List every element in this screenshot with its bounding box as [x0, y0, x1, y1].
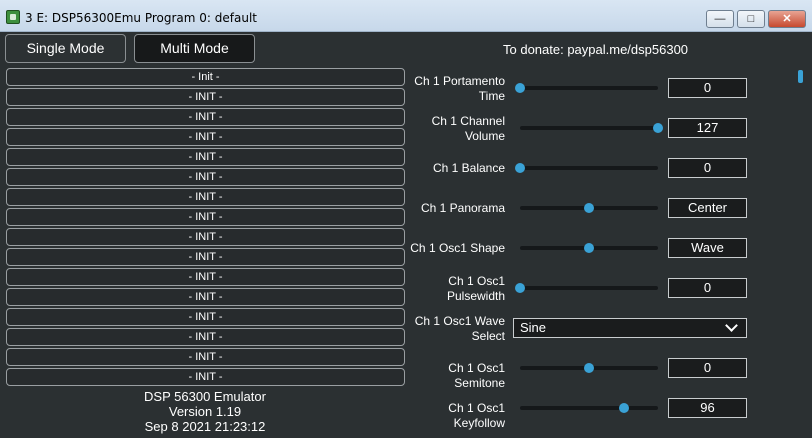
- patch-slot[interactable]: - INIT -: [6, 328, 405, 346]
- portamento-value[interactable]: 0: [668, 78, 747, 98]
- volume-slider[interactable]: [520, 123, 663, 133]
- param-label: Ch 1 Channel Volume: [431, 114, 505, 143]
- build-date: Sep 8 2021 21:23:12: [144, 419, 266, 434]
- slider-thumb[interactable]: [515, 83, 525, 93]
- minimize-button[interactable]: —: [706, 10, 734, 28]
- window-title: 3 E: DSP56300Emu Program 0: default: [25, 11, 258, 25]
- wave-select-value: Sine: [520, 320, 547, 335]
- donate-text: To donate: paypal.me/dsp56300: [503, 42, 689, 57]
- balance-value[interactable]: 0: [668, 158, 747, 178]
- plugin-editor: Single Mode Multi Mode To donate: paypal…: [0, 32, 812, 438]
- panorama-slider[interactable]: [520, 203, 658, 213]
- emulator-name: DSP 56300 Emulator: [144, 389, 266, 404]
- portamento-slider[interactable]: [515, 83, 658, 93]
- patch-slot[interactable]: - INIT -: [6, 228, 405, 246]
- osc1-semitone-slider[interactable]: [520, 363, 658, 373]
- patch-slot[interactable]: - Init -: [6, 68, 405, 86]
- scrollbar-thumb[interactable]: [798, 70, 803, 83]
- osc1-keyfollow-slider[interactable]: [520, 403, 658, 413]
- patch-slot[interactable]: - INIT -: [6, 348, 405, 366]
- patch-slot[interactable]: - INIT -: [6, 248, 405, 266]
- patch-slot[interactable]: - INIT -: [6, 208, 405, 226]
- param-label: Ch 1 Osc1 Keyfollow: [448, 401, 505, 430]
- osc1-keyfollow-value[interactable]: 96: [668, 398, 747, 418]
- patch-slot[interactable]: - INIT -: [6, 368, 405, 386]
- emulator-version: Version 1.19: [168, 404, 242, 419]
- patch-slot[interactable]: - INIT -: [6, 308, 405, 326]
- slider-thumb[interactable]: [618, 403, 629, 413]
- slider-thumb[interactable]: [584, 203, 594, 213]
- single-mode-button[interactable]: Single Mode: [5, 34, 126, 63]
- patch-slot[interactable]: - INIT -: [6, 148, 405, 166]
- param-label: Ch 1 Osc1 Wave Select: [414, 314, 505, 343]
- balance-slider[interactable]: [515, 163, 658, 173]
- patch-slot[interactable]: - INIT -: [6, 168, 405, 186]
- patch-slot[interactable]: - INIT -: [6, 268, 405, 286]
- close-button[interactable]: ✕: [768, 10, 806, 28]
- slider-thumb[interactable]: [584, 363, 594, 373]
- app-icon: [6, 10, 20, 24]
- maximize-button[interactable]: □: [737, 10, 765, 28]
- param-label: Ch 1 Osc1 Pulsewidth: [446, 274, 505, 303]
- patch-slot[interactable]: - INIT -: [6, 128, 405, 146]
- chevron-down-icon: [725, 319, 738, 332]
- patch-slot[interactable]: - INIT -: [6, 88, 405, 106]
- osc1-shape-slider[interactable]: [520, 243, 658, 253]
- osc1-semitone-value[interactable]: 0: [668, 358, 747, 378]
- param-label: Ch 1 Portamento Time: [414, 74, 505, 103]
- title-bar: 3 E: DSP56300Emu Program 0: default — □ …: [0, 0, 812, 32]
- volume-value[interactable]: 127: [668, 118, 747, 138]
- patch-slot[interactable]: - INIT -: [6, 188, 405, 206]
- param-label: Ch 1 Balance: [432, 161, 505, 175]
- patch-slot[interactable]: - INIT -: [6, 288, 405, 306]
- osc1-shape-value[interactable]: Wave: [668, 238, 747, 258]
- multi-mode-button[interactable]: Multi Mode: [134, 34, 255, 63]
- slider-thumb[interactable]: [515, 283, 525, 293]
- param-label: Ch 1 Osc1 Semitone: [448, 361, 505, 390]
- patch-slot[interactable]: - INIT -: [6, 108, 405, 126]
- param-label: Ch 1 Osc1 Shape: [410, 241, 505, 255]
- slider-thumb[interactable]: [584, 243, 594, 253]
- param-label: Ch 1 Panorama: [420, 201, 505, 215]
- slider-thumb[interactable]: [515, 163, 525, 173]
- slider-thumb[interactable]: [653, 123, 663, 133]
- osc1-pulsewidth-value[interactable]: 0: [668, 278, 747, 298]
- wave-select-dropdown[interactable]: Sine: [513, 318, 747, 338]
- panorama-value[interactable]: Center: [668, 198, 747, 218]
- osc1-pulsewidth-slider[interactable]: [515, 283, 658, 293]
